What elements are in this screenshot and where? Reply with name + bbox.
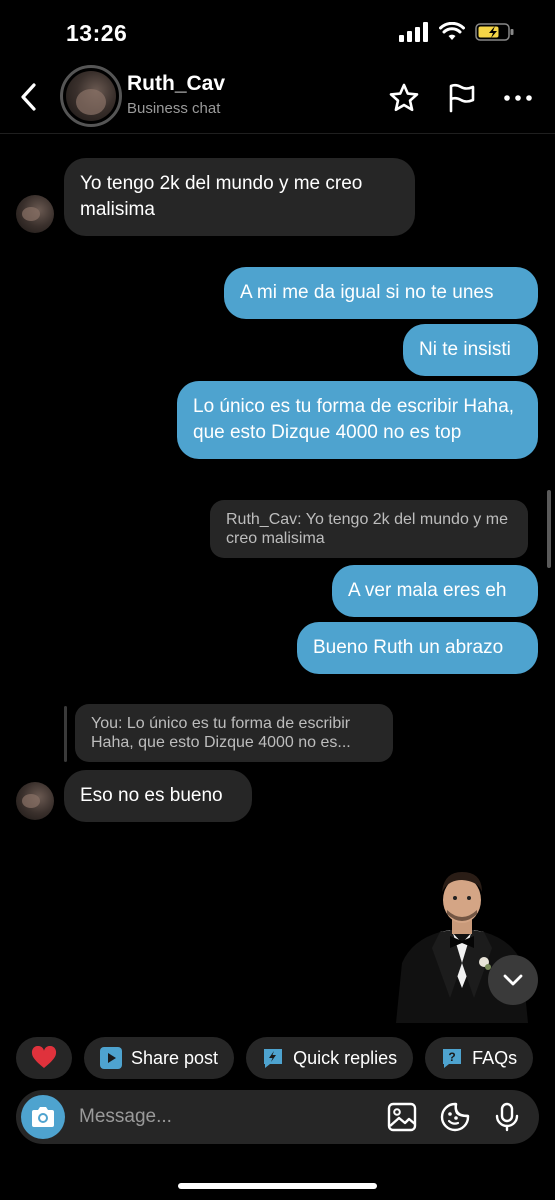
- status-icons: [399, 22, 515, 42]
- message-incoming[interactable]: Yo tengo 2k del mundo y me creo malisima: [64, 158, 415, 236]
- camera-icon: [32, 1107, 54, 1127]
- heart-reaction-button[interactable]: [16, 1037, 72, 1079]
- message-input[interactable]: [79, 1104, 359, 1130]
- message-outgoing[interactable]: Bueno Ruth un abrazo: [297, 622, 538, 674]
- back-arrow-icon[interactable]: [14, 80, 44, 114]
- gallery-icon[interactable]: [387, 1102, 417, 1132]
- sticker-icon[interactable]: [440, 1102, 470, 1132]
- message-outgoing[interactable]: A mi me da igual si no te unes: [224, 267, 538, 319]
- share-post-label: Share post: [131, 1047, 219, 1068]
- flag-icon[interactable]: [446, 82, 478, 114]
- contact-avatar[interactable]: [60, 65, 122, 127]
- quick-replies-label: Quick replies: [293, 1047, 398, 1068]
- heart-icon: [31, 1046, 57, 1068]
- message-composer: [16, 1090, 539, 1144]
- mic-icon[interactable]: [492, 1102, 522, 1132]
- share-post-button[interactable]: Share post: [84, 1037, 235, 1079]
- svg-text:?: ?: [448, 1050, 455, 1064]
- signal-icon: [399, 22, 428, 42]
- star-icon[interactable]: [388, 82, 420, 114]
- home-indicator[interactable]: [178, 1183, 377, 1189]
- wifi-icon: [439, 22, 465, 40]
- message-incoming[interactable]: Eso no es bueno: [64, 770, 252, 822]
- play-icon: [100, 1047, 122, 1069]
- status-time: 13:26: [66, 20, 128, 46]
- question-icon: ?: [443, 1049, 462, 1068]
- reply-quote[interactable]: You: Lo único es tu forma de escribir Ha…: [75, 704, 393, 762]
- contact-name[interactable]: Ruth_Cav: [127, 72, 225, 96]
- status-bar: 13:26: [0, 0, 555, 60]
- contact-subtitle: Business chat: [127, 100, 221, 117]
- battery-icon: [475, 23, 514, 41]
- chevron-down-icon: [503, 974, 523, 986]
- more-icon[interactable]: [502, 82, 534, 114]
- reply-quote[interactable]: Ruth_Cav: Yo tengo 2k del mundo y me cre…: [210, 500, 528, 558]
- camera-button[interactable]: [21, 1095, 65, 1139]
- chat-header: Ruth_Cav Business chat: [0, 60, 555, 134]
- quick-actions-row: Share post Quick replies ? FAQs: [16, 1037, 534, 1079]
- faqs-label: FAQs: [472, 1047, 518, 1068]
- scrollbar[interactable]: [547, 490, 551, 568]
- lightning-icon: [264, 1049, 283, 1068]
- sender-avatar[interactable]: [16, 195, 54, 233]
- faqs-button[interactable]: ? FAQs: [425, 1037, 534, 1079]
- sender-avatar[interactable]: [16, 782, 54, 820]
- reply-indicator-bar: [64, 706, 67, 762]
- scroll-to-bottom-button[interactable]: [488, 955, 538, 1005]
- message-outgoing[interactable]: Lo único es tu forma de escribir Haha, q…: [177, 381, 538, 459]
- message-outgoing[interactable]: A ver mala eres eh: [332, 565, 538, 617]
- quick-replies-button[interactable]: Quick replies: [246, 1037, 414, 1079]
- message-outgoing[interactable]: Ni te insisti: [403, 324, 538, 376]
